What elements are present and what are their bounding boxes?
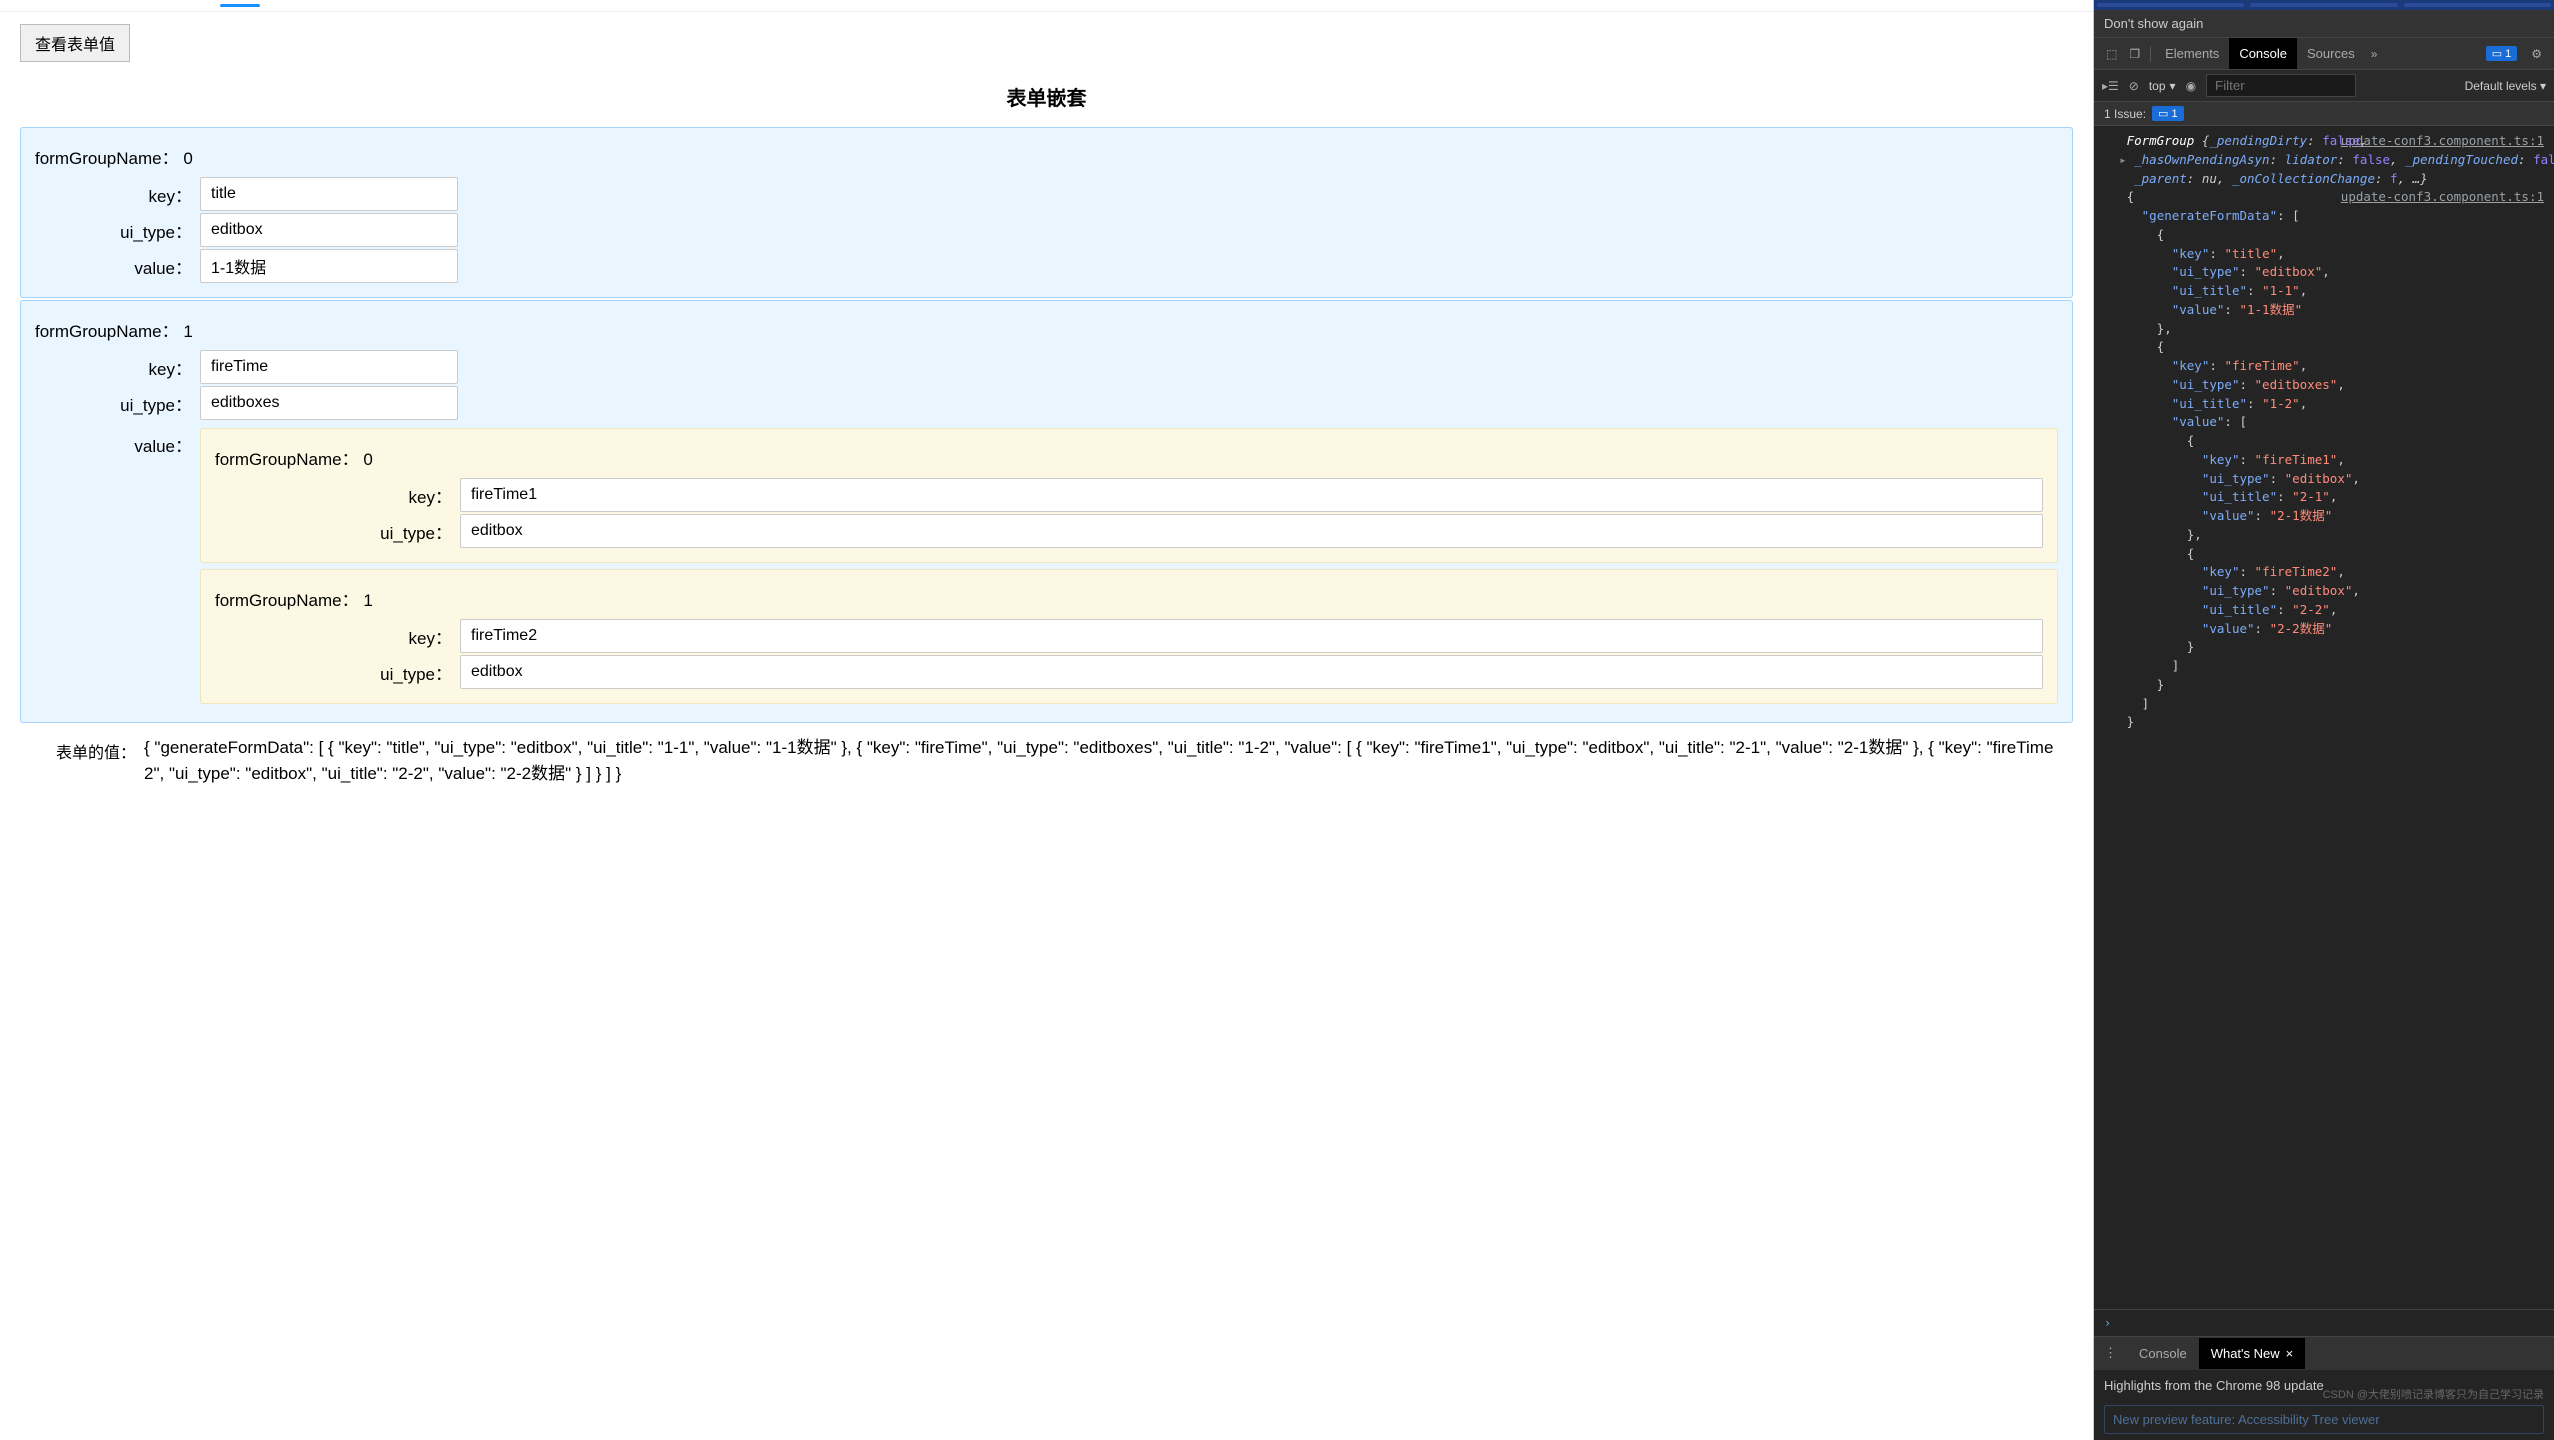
- devtools-infobar[interactable]: Don't show again: [2094, 10, 2554, 38]
- drawer-tab-whatsnew[interactable]: What's New ×: [2199, 1338, 2306, 1369]
- tab-console[interactable]: Console: [2229, 38, 2297, 69]
- console-output[interactable]: update-conf3.component.ts:1 FormGroup {_…: [2094, 126, 2554, 1309]
- context-selector[interactable]: top ▾: [2149, 79, 2176, 93]
- view-form-values-button[interactable]: 查看表单值: [20, 24, 130, 62]
- uitype-input[interactable]: [200, 386, 458, 420]
- uitype-input[interactable]: [460, 514, 2043, 548]
- form-title: 表单嵌套: [0, 82, 2093, 111]
- uitype-input[interactable]: [200, 213, 458, 247]
- drawer-tabs: ⋮ Console What's New ×: [2094, 1336, 2554, 1369]
- devtools-tabs: ⬚ ❐ Elements Console Sources » ▭ 1 ⚙: [2094, 38, 2554, 70]
- form-group-name-label: formGroupName： 1: [215, 582, 2043, 619]
- uitype-input[interactable]: [460, 655, 2043, 689]
- key-input[interactable]: [200, 177, 458, 211]
- form-group: formGroupName： 1 key： ui_type： value： fo…: [20, 300, 2073, 723]
- inspect-icon[interactable]: ⬚: [2100, 39, 2123, 69]
- issue-badge[interactable]: ▭ 1: [2486, 46, 2518, 61]
- value-input[interactable]: [200, 249, 458, 283]
- eye-icon[interactable]: ◉: [2186, 79, 2196, 93]
- nested-form-group: formGroupName： 1 key： ui_type：: [200, 569, 2058, 704]
- devtools-panel: Don't show again ⬚ ❐ Elements Console So…: [2094, 0, 2554, 1440]
- watermark: CSDN @大佬别喷记录博客只为自己学习记录: [2323, 1386, 2544, 1402]
- form-group: formGroupName： 0 key： ui_type： value：: [20, 127, 2073, 298]
- tab-sources[interactable]: Sources: [2297, 38, 2365, 69]
- clear-console-icon[interactable]: ⊘: [2129, 79, 2139, 93]
- devtools-topbar: [2094, 0, 2554, 10]
- page-content: 查看表单值 表单嵌套 formGroupName： 0 key： ui_type…: [0, 0, 2094, 1440]
- console-json-dump[interactable]: { "generateFormData": [ { "key": "title"…: [2104, 188, 2544, 732]
- form-group-name-label: formGroupName： 0: [215, 441, 2043, 478]
- console-prompt[interactable]: ›: [2094, 1309, 2554, 1336]
- active-tab-indicator: [220, 4, 260, 7]
- field-label-key: key：: [35, 355, 200, 380]
- footer-row: 表单的值： { "generateFormData": [ { "key": "…: [20, 735, 2073, 786]
- form-group-name-label: formGroupName： 0: [35, 140, 2058, 177]
- key-input[interactable]: [200, 350, 458, 384]
- field-label-value: value：: [35, 254, 200, 279]
- field-label-uitype: ui_type：: [35, 391, 200, 416]
- key-input[interactable]: [460, 478, 2043, 512]
- settings-icon[interactable]: ⚙: [2525, 47, 2548, 61]
- drawer-tab-console[interactable]: Console: [2127, 1338, 2199, 1369]
- whatsnew-feature[interactable]: New preview feature: Accessibility Tree …: [2104, 1405, 2544, 1434]
- console-toolbar: ▸☰ ⊘ top ▾ ◉ Default levels ▾: [2094, 70, 2554, 102]
- tab-elements[interactable]: Elements: [2155, 38, 2229, 69]
- field-label-uitype: ui_type：: [35, 218, 200, 243]
- form-group-name-label: formGroupName： 1: [35, 313, 2058, 350]
- field-label-value: value：: [35, 422, 200, 710]
- key-input[interactable]: [460, 619, 2043, 653]
- divider: [0, 11, 2093, 12]
- field-label-uitype: ui_type：: [215, 519, 460, 544]
- field-label-key: key：: [215, 624, 460, 649]
- field-label-key: key：: [35, 182, 200, 207]
- nested-form-group: formGroupName： 0 key： ui_type：: [200, 428, 2058, 563]
- footer-json: { "generateFormData": [ { "key": "title"…: [144, 735, 2073, 786]
- footer-label: 表单的值：: [56, 735, 136, 763]
- device-icon[interactable]: ❐: [2123, 39, 2146, 69]
- field-label-uitype: ui_type：: [215, 660, 460, 685]
- source-link[interactable]: update-conf3.component.ts:1: [2341, 188, 2544, 207]
- filter-input[interactable]: [2206, 74, 2356, 97]
- close-icon[interactable]: ×: [2286, 1346, 2294, 1361]
- log-levels-selector[interactable]: Default levels ▾: [2465, 79, 2546, 93]
- issues-bar[interactable]: 1 Issue: ▭ 1: [2094, 102, 2554, 126]
- more-tabs-icon[interactable]: »: [2365, 39, 2384, 69]
- drawer-menu-icon[interactable]: ⋮: [2094, 1337, 2127, 1369]
- field-label-key: key：: [215, 483, 460, 508]
- sidebar-toggle-icon[interactable]: ▸☰: [2102, 79, 2119, 93]
